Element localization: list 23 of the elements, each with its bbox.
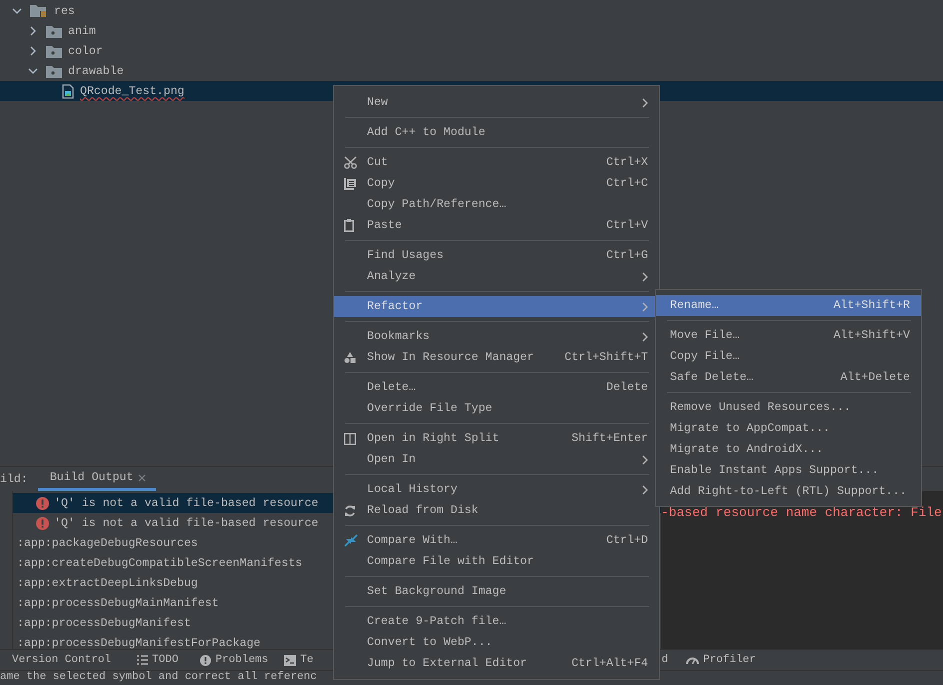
shortcut-text: Ctrl+V	[606, 219, 648, 232]
shortcut-text: Ctrl+G	[606, 249, 648, 262]
status-text: ame the selected symbol and correct all referenc	[0, 671, 318, 684]
tree-item-label: QRcode_Test.png	[80, 84, 184, 98]
tree-item-label: color	[68, 44, 103, 58]
shortcut-text: Delete	[606, 381, 648, 394]
shortcut-text: Ctrl+C	[606, 177, 648, 190]
shortcut-text: Alt+Delete	[840, 371, 910, 384]
shortcut-text: Ctrl+X	[606, 156, 648, 169]
shortcut-text: Ctrl+Alt+F4	[571, 657, 648, 670]
console-text: 'Q' is not a valid file-based resource	[54, 516, 318, 530]
shortcut-text: Alt+Shift+R	[833, 299, 910, 312]
error-detail-text: -based resource name character: File	[661, 505, 942, 520]
shortcut-text: Alt+Shift+V	[833, 329, 910, 342]
tree-item-label: anim	[68, 24, 96, 38]
panel-label: ild:	[0, 472, 29, 488]
shortcut-text: Ctrl+D	[606, 534, 648, 547]
shortcut-text: Shift+Enter	[571, 432, 648, 445]
shortcut-text: Ctrl+Shift+T	[564, 351, 648, 364]
tree-item-label: drawable	[68, 64, 124, 78]
tree-item-label: res	[54, 4, 75, 18]
console-text: :app:processDebugMainManifest	[17, 596, 219, 610]
console-text: 'Q' is not a valid file-based resource	[54, 496, 318, 510]
